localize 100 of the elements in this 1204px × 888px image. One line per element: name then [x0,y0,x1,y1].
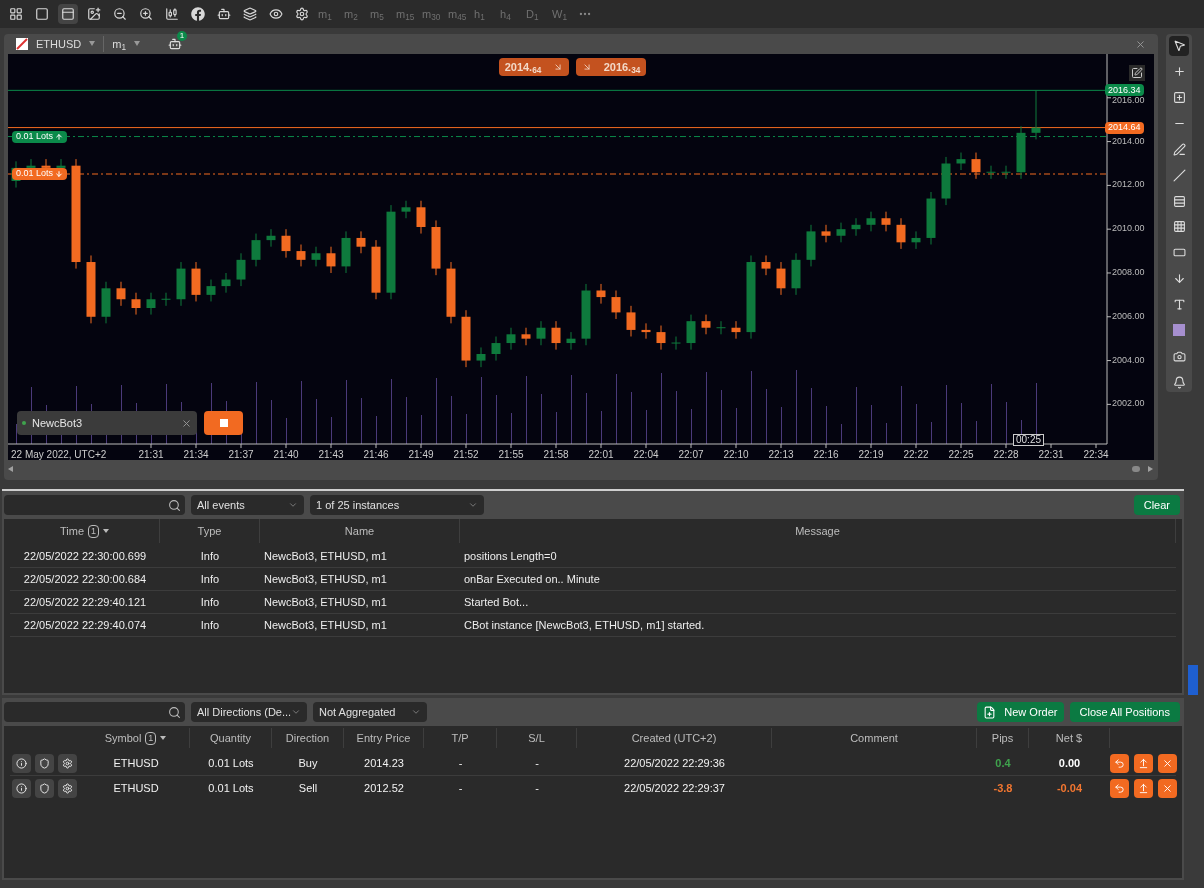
reverse-button[interactable] [1110,753,1129,773]
info-button[interactable] [12,753,31,773]
settings-icon [62,783,73,794]
close-icon [1162,757,1173,769]
table-cell-text: 0.00 [1058,755,1081,771]
reverse-button[interactable] [1110,779,1129,798]
caret-icon[interactable] [89,41,96,47]
settings-button[interactable] [58,753,77,773]
table-cell-text: positions Length=0 [463,548,558,564]
axis-label: 21:34 [182,448,210,460]
axis-label: 22:07 [677,448,705,460]
table-cell-text: 2012.52 [363,781,405,797]
caret-icon[interactable] [134,41,140,47]
column-header[interactable]: Message [795,522,840,540]
table-cell-text: 22/05/2022 22:29:37 [623,781,726,797]
protection-button[interactable] [35,753,54,773]
table-cell-text: -3.8 [993,781,1013,797]
column-header[interactable]: Quantity [210,729,251,747]
info-button[interactable] [12,779,31,798]
table-cell-text: NewcBot3, ETHUSD, m1 [263,617,388,633]
double-button[interactable] [1134,779,1153,798]
close-position-button[interactable] [1158,753,1177,773]
table-cell-text: - [457,755,464,771]
column-header[interactable]: Pips [991,729,1014,747]
column-header[interactable]: Time [59,522,84,540]
protection-button[interactable] [35,779,54,798]
dropdown[interactable]: All Directions (De... [191,702,307,722]
facebook-icon[interactable] [188,4,208,24]
table-cell-text: 0.4 [995,755,1011,771]
column-header[interactable]: Net $ [1055,729,1083,747]
shield-icon [39,783,50,794]
bot-icon[interactable] [168,37,182,51]
column-header[interactable]: S/L [528,729,545,747]
symbol-selector[interactable]: ETHUSD [36,35,82,53]
scroll-left-icon[interactable] [8,466,14,472]
table-cell-text: 0.01 Lots [207,781,255,797]
search-field[interactable] [4,495,185,515]
axis-label: 22:01 [587,448,615,460]
axis-label: 2006.00 [1112,311,1145,321]
axis-label: 21:55 [497,448,525,460]
axis-label: 2012.00 [1112,180,1145,190]
table-cell-text: ETHUSD [112,781,160,797]
table-cell-text: - [534,755,540,771]
table-cell-text: NewcBot3, ETHUSD, m1 [263,548,388,564]
new-order-icon [983,705,997,719]
table-cell-text: Sell [297,781,319,797]
axis-label: 2002.00 [1112,399,1145,409]
table-cell-text: - [534,781,540,797]
settings-icon [62,757,73,769]
edit-icon[interactable] [1129,65,1145,81]
axis-label: 21:58 [542,448,570,460]
panel-layout-icon[interactable] [58,4,78,24]
settings-button[interactable] [58,779,77,798]
table-cell-text: Info [199,594,221,610]
position-label[interactable]: 0.01 Lots [12,130,68,143]
axis-label: 22:16 [812,448,840,460]
column-header[interactable]: Symbol [104,729,142,747]
table-cell-text: Started Bot... [463,594,530,610]
column-header[interactable]: Direction [285,729,330,747]
table-cell-text: 2014.23 [363,755,405,771]
scroll-handle[interactable] [1132,466,1140,472]
axis-label: 22:31 [1037,448,1065,460]
axis-label: 2004.00 [1112,355,1145,365]
clear-button[interactable]: Clear [1133,495,1180,515]
search-field[interactable] [4,702,185,722]
column-header[interactable]: Name [344,522,375,540]
dropdown[interactable]: 1 of 25 instances [310,495,484,515]
column-header[interactable]: Comment [850,729,898,747]
candlestick [161,292,171,306]
dropdown[interactable]: Not Aggregated [313,702,427,722]
new-order-button[interactable]: New Order [977,702,1064,722]
caret-icon [288,500,298,510]
close-position-button[interactable] [1158,779,1177,798]
table-cell-text: onBar Executed on.. Minute [463,571,601,587]
close-icon[interactable] [181,417,192,429]
axis-label: 22 May 2022, UTC+2 [11,448,107,460]
stop-button[interactable] [204,411,243,435]
candlestick [1001,165,1011,179]
axis-label: 21:43 [317,448,345,460]
close-icon[interactable] [1135,38,1146,50]
axis-label: 21:49 [407,448,435,460]
count-badge: 1 [177,31,187,41]
arrow-icon [553,62,564,72]
axis-label: 21:52 [452,448,480,460]
axis-label: 21:46 [362,448,390,460]
scroll-right-icon[interactable] [1148,466,1154,472]
search-icon [168,498,181,512]
table-cell-text: NewcBot3, ETHUSD, m1 [263,594,388,610]
column-header[interactable]: Entry Price [356,729,411,747]
dropdown[interactable]: All events [191,495,304,515]
pointer-tool-icon[interactable] [1169,36,1189,56]
column-header[interactable]: Created (UTC+2) [631,729,717,747]
column-header[interactable]: T/P [451,729,469,747]
double-button[interactable] [1134,753,1153,773]
close-all-button[interactable]: Close All Positions [1069,702,1180,722]
undo-icon [1114,757,1125,769]
column-header[interactable]: Type [197,522,222,540]
timeframe-selector[interactable]: m$_{1}$ [103,35,126,53]
axis-label: 2016.00 [1112,95,1145,105]
price-label: 2014.64 [1105,121,1144,134]
